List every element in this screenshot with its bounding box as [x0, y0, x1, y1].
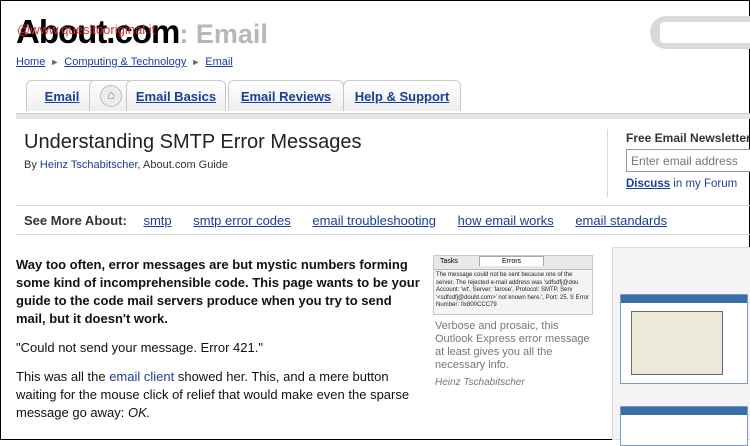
body-paragraph: This was all the email client showed her… — [16, 368, 424, 422]
divider — [16, 205, 750, 206]
email-client-link[interactable]: email client — [109, 369, 174, 384]
figure-tab-tasks: Tasks — [440, 258, 458, 265]
tab-underline — [16, 114, 750, 119]
site-logo[interactable]: About.com: Email @www.quesitooriginal.it — [16, 13, 268, 51]
discuss-link[interactable]: Discuss — [626, 178, 670, 190]
ok-text: OK. — [128, 405, 151, 420]
tab-email-reviews[interactable]: Email Reviews — [228, 80, 344, 111]
sidebar-ad[interactable] — [612, 247, 750, 446]
logo-section: : Email — [179, 19, 268, 49]
see-more-link-smtp-error-codes[interactable]: smtp error codes — [193, 213, 291, 228]
ad-titlebar — [621, 295, 747, 303]
ad-dialog — [631, 311, 723, 375]
page-title: Understanding SMTP Error Messages — [24, 131, 362, 153]
breadcrumb: Home ► Computing & Technology ► Email — [16, 56, 233, 68]
byline-suffix: , About.com Guide — [137, 159, 229, 171]
byline: By Heinz Tschabitscher, About.com Guide — [24, 159, 228, 171]
forum-link[interactable]: in my Forum — [670, 178, 737, 190]
forum-line: Discuss in my Forum — [626, 178, 737, 190]
ad-screenshot-image — [620, 294, 748, 384]
newsletter-email-field[interactable] — [626, 149, 750, 172]
ad-titlebar — [621, 407, 747, 415]
see-more-link-email-troubleshooting[interactable]: email troubleshooting — [312, 213, 436, 228]
article-body: Way too often, error messages are but my… — [16, 256, 424, 433]
figure-caption: Verbose and prosaic, this Outlook Expres… — [435, 320, 590, 371]
search-input[interactable] — [660, 22, 750, 43]
see-more-bar: See More About: smtp smtp error codes em… — [24, 213, 685, 228]
figure-error-message: The message could not be sent because on… — [436, 272, 589, 308]
breadcrumb-home[interactable]: Home — [16, 56, 45, 68]
search-box[interactable] — [650, 16, 750, 49]
tab-email[interactable]: Email — [26, 80, 98, 111]
see-more-link-email-standards[interactable]: email standards — [575, 213, 667, 228]
see-more-label: See More About: — [24, 213, 127, 228]
tab-bar: Email ⌂ Email Basics Email Reviews Help … — [16, 80, 750, 119]
author-link[interactable]: Heinz Tschabitscher — [40, 159, 138, 171]
home-icon: ⌂ — [100, 85, 122, 107]
see-more-link-smtp[interactable]: smtp — [143, 213, 171, 228]
figure-tab-row: Tasks Errors — [434, 256, 592, 270]
byline-prefix: By — [24, 159, 37, 171]
breadcrumb-computing[interactable]: Computing & Technology — [64, 56, 186, 68]
figure-tab-errors: Errors — [479, 256, 545, 266]
see-more-link-how-email-works[interactable]: how email works — [458, 213, 554, 228]
error-screenshot-figure[interactable]: Tasks Errors The message could not be se… — [433, 255, 593, 315]
tab-help-support[interactable]: Help & Support — [343, 80, 461, 111]
chevron-right-icon: ► — [191, 57, 201, 67]
paragraph-text: This was all the — [16, 369, 110, 384]
newsletter-heading: Free Email Newsletter — [626, 131, 750, 145]
breadcrumb-email[interactable]: Email — [205, 56, 233, 68]
quote-paragraph: "Could not send your message. Error 421.… — [16, 340, 263, 355]
chevron-right-icon: ► — [50, 57, 60, 67]
watermark-text: @www.quesitooriginal.it — [17, 22, 156, 37]
ad-screenshot-image — [620, 406, 748, 446]
divider — [16, 234, 750, 235]
lead-paragraph: Way too often, error messages are but my… — [16, 257, 420, 326]
tab-email-basics[interactable]: Email Basics — [126, 80, 226, 111]
divider — [607, 129, 608, 197]
figure-credit: Heinz Tschabitscher — [435, 377, 525, 388]
